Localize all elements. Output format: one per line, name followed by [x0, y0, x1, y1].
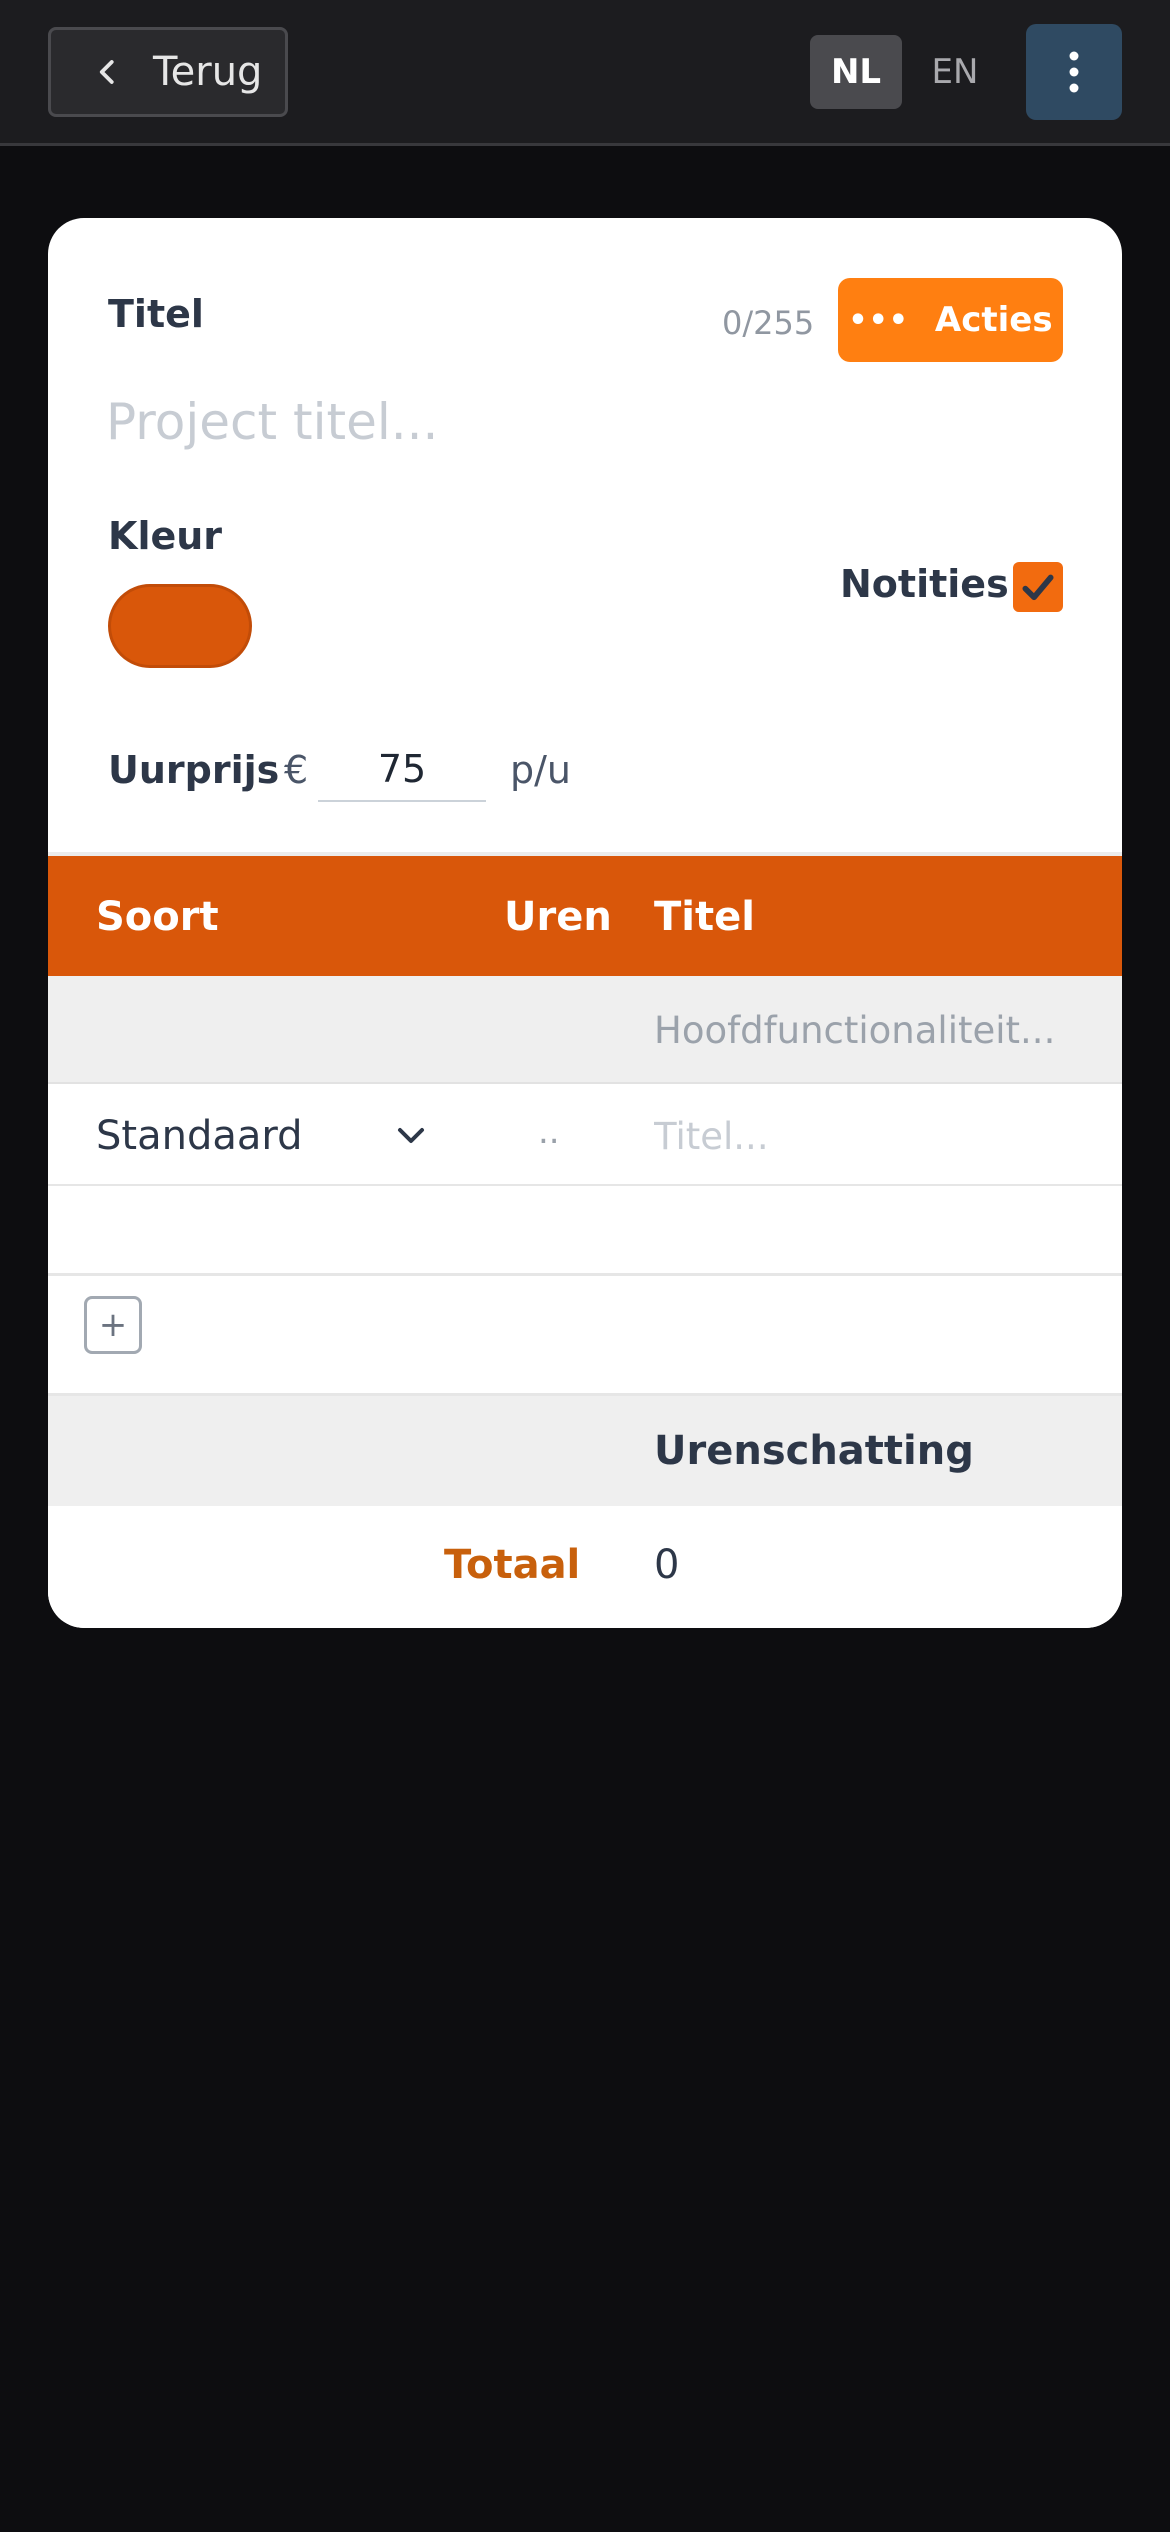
table-row: Standaard .. [48, 1084, 1122, 1186]
chevron-down-icon [398, 1128, 424, 1143]
table-row [48, 976, 1122, 1084]
main-feature-input[interactable] [654, 1000, 1094, 1060]
notes-checkbox[interactable] [1013, 562, 1063, 612]
color-label: Kleur [108, 514, 223, 558]
color-picker-swatch[interactable] [108, 584, 252, 668]
add-row-button[interactable]: + [84, 1296, 142, 1354]
chevron-left-icon [99, 60, 114, 84]
title-label: Titel [108, 292, 204, 336]
table-header: Soort Uren Titel [48, 856, 1122, 976]
add-row-area: + [48, 1276, 1122, 1396]
table-row [48, 1186, 1122, 1276]
notes-label: Notities [840, 562, 1009, 606]
hours-estimate-label: Urenschatting [654, 1428, 974, 1474]
top-bar: Terug NL EN [0, 0, 1170, 146]
column-header-soort: Soort [96, 894, 219, 940]
actions-button[interactable]: ••• Acties [838, 278, 1063, 362]
column-header-uren: Uren [504, 894, 612, 940]
currency-symbol: € [284, 748, 309, 792]
checkmark-icon [1022, 574, 1054, 601]
task-title-input[interactable] [654, 1106, 1094, 1166]
language-nl-button[interactable]: NL [810, 35, 902, 109]
rate-unit: p/u [510, 748, 572, 792]
project-card: Titel 0/255 ••• Acties Kleur Notities Uu… [48, 218, 1122, 1628]
total-label: Totaal [444, 1542, 581, 1588]
language-en-button[interactable]: EN [915, 35, 995, 109]
column-header-titel: Titel [654, 894, 755, 940]
total-value: 0 [654, 1542, 680, 1588]
summary-header: Urenschatting [48, 1396, 1122, 1506]
hourly-rate-label: Uurprijs [108, 748, 280, 792]
actions-button-label: Acties [934, 300, 1053, 340]
menu-button[interactable] [1026, 24, 1122, 120]
project-title-input[interactable] [106, 382, 1006, 462]
kebab-menu-icon [1069, 51, 1079, 93]
title-char-count: 0/255 [722, 304, 815, 342]
type-select-value: Standaard [96, 1113, 303, 1159]
summary-row: Totaal 0 [48, 1506, 1122, 1628]
back-button[interactable]: Terug [48, 27, 288, 117]
back-button-label: Terug [153, 49, 263, 95]
type-select[interactable]: Standaard [96, 1104, 426, 1168]
hours-input[interactable]: .. [538, 1112, 560, 1152]
hourly-rate-input[interactable] [318, 738, 486, 802]
dots-horizontal-icon: ••• [848, 302, 909, 338]
